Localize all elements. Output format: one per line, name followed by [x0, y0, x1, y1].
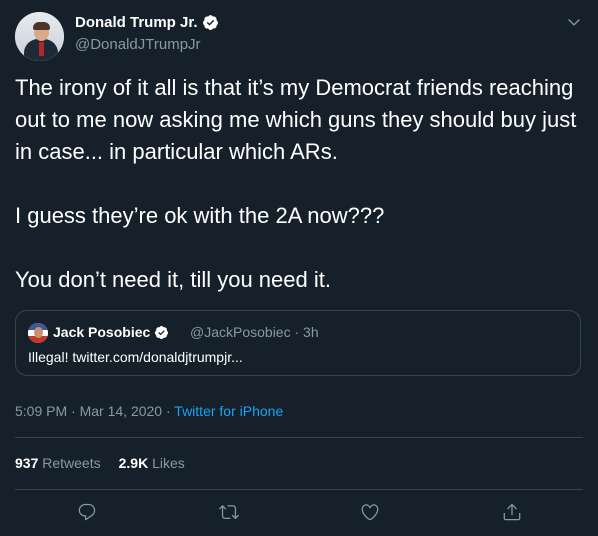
tweet-text: The irony of it all is that it’s my Demo…	[15, 72, 580, 296]
retweet-icon	[219, 505, 239, 520]
retweets-count: 937	[15, 455, 39, 471]
tweet-time[interactable]: 5:09 PM	[15, 403, 67, 419]
likes-count: 2.9K	[118, 455, 149, 471]
tweet-actions	[0, 497, 598, 527]
quoted-separator: ·	[294, 324, 300, 340]
meta-separator: ·	[165, 403, 171, 419]
reply-icon	[78, 503, 96, 521]
quoted-meta: @JackPosobiec · 3h	[190, 324, 319, 340]
tweet-paragraph: You don’t need it, till you need it.	[15, 267, 331, 292]
divider	[15, 489, 583, 490]
like-button[interactable]	[355, 497, 385, 527]
quoted-tweet[interactable]: Jack Posobiec @JackPosobiec · 3h Illegal…	[15, 310, 581, 376]
author-avatar[interactable]	[15, 12, 64, 61]
divider	[15, 437, 583, 438]
share-icon	[503, 503, 521, 521]
quoted-text: Illegal! twitter.com/donaldjtrumpjr...	[28, 349, 243, 365]
meta-separator: ·	[71, 403, 76, 419]
like-icon	[361, 504, 379, 521]
share-button[interactable]	[497, 497, 527, 527]
quoted-author-handle: @JackPosobiec	[190, 324, 291, 340]
tweet-meta: 5:09 PM · Mar 14, 2020 · Twitter for iPh…	[15, 403, 283, 419]
caret-down-icon[interactable]	[566, 14, 582, 30]
quoted-author-name-text: Jack Posobiec	[53, 324, 151, 340]
verified-badge-icon	[202, 15, 218, 30]
quoted-author-avatar	[28, 323, 48, 343]
tweet-paragraph: The irony of it all is that it’s my Demo…	[15, 75, 577, 164]
tweet-stats: 937 Retweets 2.9K Likes	[15, 455, 185, 471]
retweets-stat[interactable]: 937 Retweets	[15, 455, 101, 471]
tweet-source-link[interactable]: Twitter for iPhone	[174, 403, 283, 419]
retweet-button[interactable]	[214, 497, 244, 527]
quoted-time: 3h	[303, 324, 319, 340]
tweet-paragraph: I guess they’re ok with the 2A now???	[15, 203, 385, 228]
likes-label: Likes	[152, 455, 185, 471]
tweet-date[interactable]: Mar 14, 2020	[80, 403, 163, 419]
author-handle[interactable]: @DonaldJTrumpJr	[75, 36, 201, 53]
reply-button[interactable]	[72, 497, 102, 527]
likes-stat[interactable]: 2.9K Likes	[119, 455, 185, 471]
quoted-author-name: Jack Posobiec	[53, 324, 169, 340]
author-name[interactable]: Donald Trump Jr.	[75, 14, 219, 31]
verified-badge-icon	[155, 325, 169, 339]
retweets-label: Retweets	[42, 455, 101, 471]
tweet-card: Donald Trump Jr. @DonaldJTrumpJr The iro…	[0, 0, 598, 536]
author-name-text: Donald Trump Jr.	[75, 14, 198, 31]
